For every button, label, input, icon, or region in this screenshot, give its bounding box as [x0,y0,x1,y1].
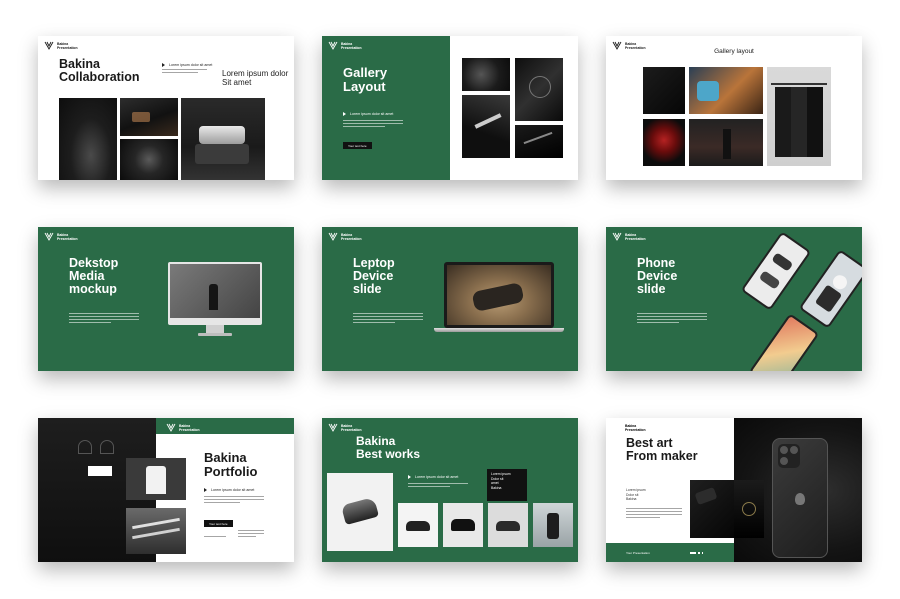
green-footer: Your Presentation [606,543,734,562]
brand-logo-icon [328,232,338,241]
brand-logo-icon [328,423,338,432]
brand-logo-icon [166,423,176,432]
photo-dark-1 [643,67,685,114]
slide-gallery-grid[interactable]: Bakina Presentation Gallery layout [606,36,862,180]
footer-text-left [204,536,226,539]
slide-title: Dekstop Media mockup [69,256,119,297]
info-box: Lorem ipsum Dolor sit amet Bakina [487,469,527,501]
photo-tool [462,95,510,158]
footer-text: Your Presentation [626,551,650,555]
brand-logo-icon [328,41,338,50]
photo-hangers [126,508,186,554]
photo-camera [462,58,510,91]
slide-title: Gallery Layout [343,65,388,94]
bullet-text: Lorem ipsum dolor sit amet [408,475,458,479]
apple-logo-icon [795,493,805,505]
body-text-lines [162,69,207,75]
laptop-screen [447,265,551,325]
slide-title: Leptop Device slide [353,256,395,297]
brand: Bakina Presentation [166,423,200,432]
body-text-lines [637,313,707,325]
photo-shoe-3 [488,503,528,547]
slide-laptop-mockup[interactable]: Bakina Presentation Leptop Device slide [322,227,578,371]
bullet-text: Lorem ipsum dolor sit amet [343,112,393,116]
photo-shoe-1 [398,503,438,547]
brand: Bakina Presentation [44,41,78,50]
brand-logo-icon [612,232,622,241]
slide-title: Bakina Portfolio [204,450,258,479]
brand-logo-icon [612,423,622,432]
photo-clothes-rack [767,67,831,166]
brand: Bakina Presentation [328,232,362,241]
photo-shoe-4 [533,503,573,547]
slide-title: Bakina Best works [356,434,421,461]
slide-best-works[interactable]: Bakina Presentation Bakina Best works Lore… [322,418,578,562]
slide-phone-mockup[interactable]: Bakina Presentation Phone Device slide [606,227,862,371]
bullet-text: Lorem ipsum dolor sit amet [204,488,254,492]
brand: Bakina Presentation [328,423,362,432]
monitor-stand [206,325,224,333]
body-text-lines [408,483,468,489]
laptop-lid [444,262,554,328]
photo-drone [181,98,265,180]
photo-speaker [59,98,117,180]
sub-text: Lorem ipsum Dolor sit Bakina [626,488,646,501]
body-text-lines [353,313,423,325]
photo-headphones [120,139,178,180]
photo-portrait-colorful [689,67,763,114]
green-panel [322,36,450,180]
footer-text-right [238,530,264,539]
bullet-text: Lorem ipsum dolor sit amet [162,63,212,67]
slide-gallery-layout[interactable]: Bakina Presentation Gallery Layout Lorem i… [322,36,578,180]
photo-sneaker-hand [327,473,393,551]
slide-title: Phone Device slide [637,256,678,297]
side-text: Lorem ipsum dolor Sit amet [222,69,289,87]
phone-sneakers [740,231,812,311]
body-text-lines [204,496,264,505]
photo-desk [120,98,178,136]
slide-title: Gallery layout [714,48,754,55]
cta-button[interactable]: Your text here [204,520,233,527]
body-text-lines [626,508,682,520]
phone-back [772,438,828,558]
slide-title: Bakina Collaboration [59,57,140,85]
phone-portrait [798,249,862,329]
brand: Bakina Presentation [328,41,362,50]
cta-button[interactable]: Your text here [343,142,372,149]
brand-logo-icon [44,232,54,241]
brand: Bakina Presentation [44,232,78,241]
photo-tshirt [126,458,186,500]
slide-desktop-mockup[interactable]: Bakina Presentation Dekstop Media mockup [38,227,294,371]
slide-bakina-collaboration[interactable]: Bakina Presentation Bakina Collaboration … [38,36,294,180]
body-text-lines [343,120,403,129]
photo-shoe-2 [443,503,483,547]
brand: Bakina Presentation [612,232,646,241]
monitor-screen [170,264,260,318]
desktop-monitor [168,262,262,325]
brand: Bakina Presentation [612,423,646,432]
phone-clothes [748,313,820,371]
slide-best-art[interactable]: Bakina Presentation Best art From maker Lo… [606,418,862,562]
slide-title: Best art From maker [626,436,698,464]
photo-phone-dark [690,480,734,538]
photo-bike [515,58,563,121]
photo-red-hood [643,119,685,166]
laptop-base [434,328,564,332]
photo-watch [734,480,764,538]
body-text-lines [69,313,139,325]
photo-street [689,119,763,166]
monitor-base [198,333,232,336]
slide-portfolio[interactable]: Bakina Presentation Bakina Portfolio Lorem… [38,418,294,562]
brand-logo-icon [44,41,54,50]
photo-cycle-frame [515,125,563,158]
pagination-dots [690,552,703,554]
